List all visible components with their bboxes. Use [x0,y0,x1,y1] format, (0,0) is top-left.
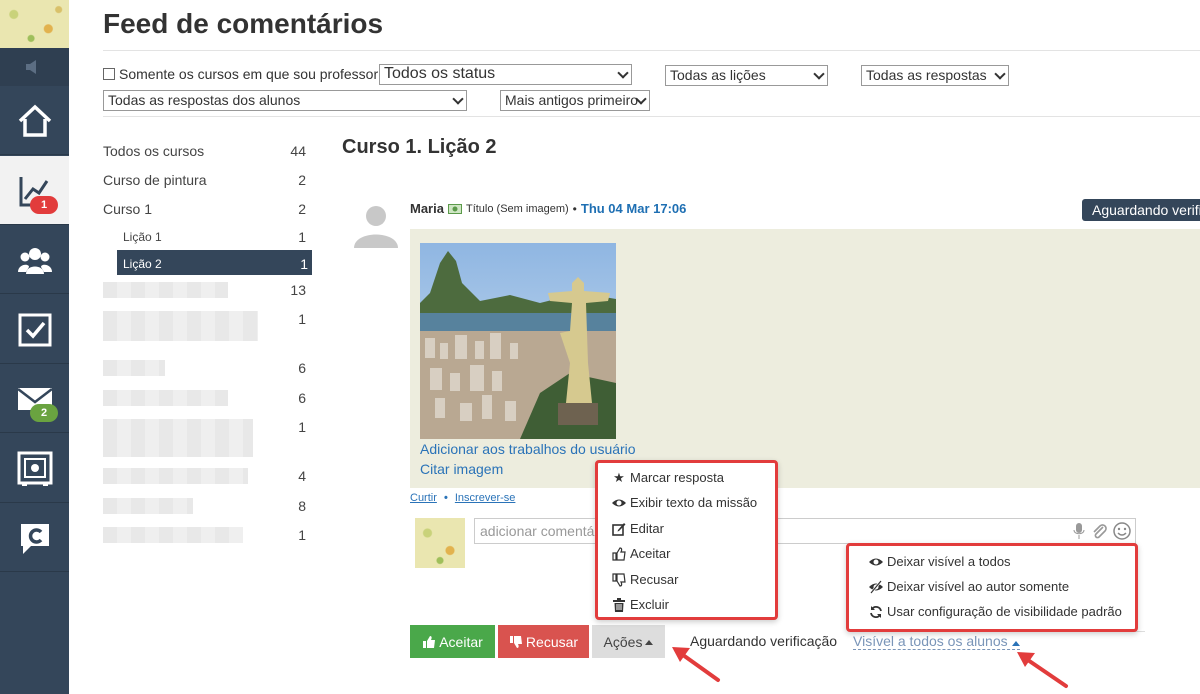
sidebar-item-vault[interactable] [0,434,69,503]
speaker-icon [26,60,36,74]
sidebar-item-messages[interactable]: 2 [0,364,69,433]
separator: • [443,492,448,504]
c-logo-icon [21,524,49,554]
checkbox-icon [18,313,52,347]
reject-menu-item[interactable]: Recusar [612,572,678,587]
actions-menu: ★ Marcar resposta Exibir texto da missão … [595,460,778,620]
accept-button[interactable]: Aceitar [410,625,495,658]
sidebar-item-progress[interactable]: 1 [0,156,69,225]
sidebar-item-users[interactable] [0,225,69,294]
post-links: Curtir • Inscrever-se [410,492,515,504]
answers-select[interactable]: Todas as respostas [861,65,1009,86]
thumbs-down-icon [509,635,522,648]
avatar[interactable] [352,200,400,248]
microphone-icon[interactable] [1073,523,1085,539]
page-title: Feed de comentários [103,8,384,39]
checkbox-label: Somente os cursos em que sou professor [119,66,379,82]
thumbs-down-icon [612,572,626,587]
sidebar-item-brand[interactable] [0,503,69,572]
emoji-icon[interactable] [1113,522,1131,540]
subscribe-link[interactable]: Inscrever-se [455,492,516,504]
sidebar: 1 2 [0,0,69,694]
eye-icon [869,558,883,565]
sidebar-item-tasks[interactable] [0,295,69,364]
status-select[interactable]: Todos os status [379,64,632,85]
sidebar-item-home[interactable] [0,86,69,155]
lesson-title: Curso 1. Lição 2 [342,136,497,158]
edit-icon [612,522,626,536]
image-icon [447,203,462,214]
author-name[interactable]: Maria [410,201,444,216]
announcement-button[interactable] [0,48,69,86]
post-title: Título (Sem imagem) [465,202,569,215]
caret-up-icon [1011,641,1020,646]
delete-menu-item[interactable]: Excluir [612,597,669,612]
show-mission-text-menu-item[interactable]: Exibir texto da missão [612,495,757,510]
quote-image-link[interactable]: Citar imagem [420,461,503,477]
lesson-item[interactable]: Lição 11 [103,223,310,251]
eye-icon [612,499,626,506]
visible-to-all-menu-item[interactable]: Deixar visível a todos [869,554,1011,569]
post-header: Maria Título (Sem imagem) • Thu 04 Mar 1… [410,201,686,216]
notification-badge: 2 [30,404,58,422]
course-item[interactable]: 8 [103,492,310,520]
star-icon: ★ [613,469,625,485]
order-select[interactable]: Mais antigos primeiro [500,90,650,111]
course-item[interactable]: Curso 12 [103,195,310,223]
users-icon [18,248,52,274]
status-badge: Aguardando verificação [1082,199,1200,221]
course-item[interactable]: 1 [103,413,310,461]
actions-button[interactable]: Ações [592,625,665,658]
course-item[interactable]: 1 [103,521,310,549]
divider [103,116,1200,117]
course-item[interactable]: 4 [103,462,310,490]
notification-badge: 1 [30,196,58,214]
lesson-item-selected[interactable]: Lição 21 [117,250,312,275]
divider [103,50,1200,51]
accept-menu-item[interactable]: Aceitar [612,546,670,561]
mark-answer-menu-item[interactable]: ★ Marcar resposta [612,469,724,486]
safe-icon [17,451,53,486]
post-image[interactable] [420,243,616,439]
trash-icon [613,597,625,612]
visible-to-author-menu-item[interactable]: Deixar visível ao autor somente [869,579,1069,594]
course-item[interactable]: 6 [103,384,310,412]
course-item[interactable]: 6 [103,354,310,382]
course-item[interactable]: Curso de pintura 2 [103,166,310,194]
course-item[interactable]: 1 [103,305,310,345]
edit-menu-item[interactable]: Editar [612,521,664,536]
checkbox[interactable] [103,68,115,80]
comment-input[interactable]: adicionar comentário [474,518,1136,544]
course-item[interactable]: Todos os cursos 44 [103,137,310,165]
like-link[interactable]: Curtir [410,492,437,504]
annotation-arrow [672,647,720,682]
only-my-courses-filter[interactable]: Somente os cursos em que sou professor [103,66,378,82]
caret-up-icon [645,639,654,645]
refresh-icon [870,605,882,618]
default-visibility-menu-item[interactable]: Usar configuração de visibilidade padrão [869,604,1122,619]
eye-slash-icon [869,579,883,594]
annotation-arrow [1017,652,1068,688]
home-icon [18,104,52,137]
add-to-works-link[interactable]: Adicionar aos trabalhos do usuário [420,441,636,457]
visibility-menu: Deixar visível a todos Deixar visível ao… [846,543,1138,632]
thumbs-up-icon [423,635,436,648]
separator: • [572,201,577,216]
course-item[interactable]: 13 [103,276,310,304]
school-logo[interactable] [0,0,69,48]
visibility-dropdown[interactable]: Visível a todos os alunos [853,633,1020,650]
thumbs-up-icon [612,546,626,561]
my-avatar [415,518,465,568]
reject-button[interactable]: Recusar [498,625,589,658]
lessons-select[interactable]: Todas as lições [665,65,828,86]
post-date[interactable]: Thu 04 Mar 17:06 [581,201,687,216]
student-answers-select[interactable]: Todas as respostas dos alunos [103,90,467,111]
paperclip-icon[interactable] [1091,523,1107,539]
